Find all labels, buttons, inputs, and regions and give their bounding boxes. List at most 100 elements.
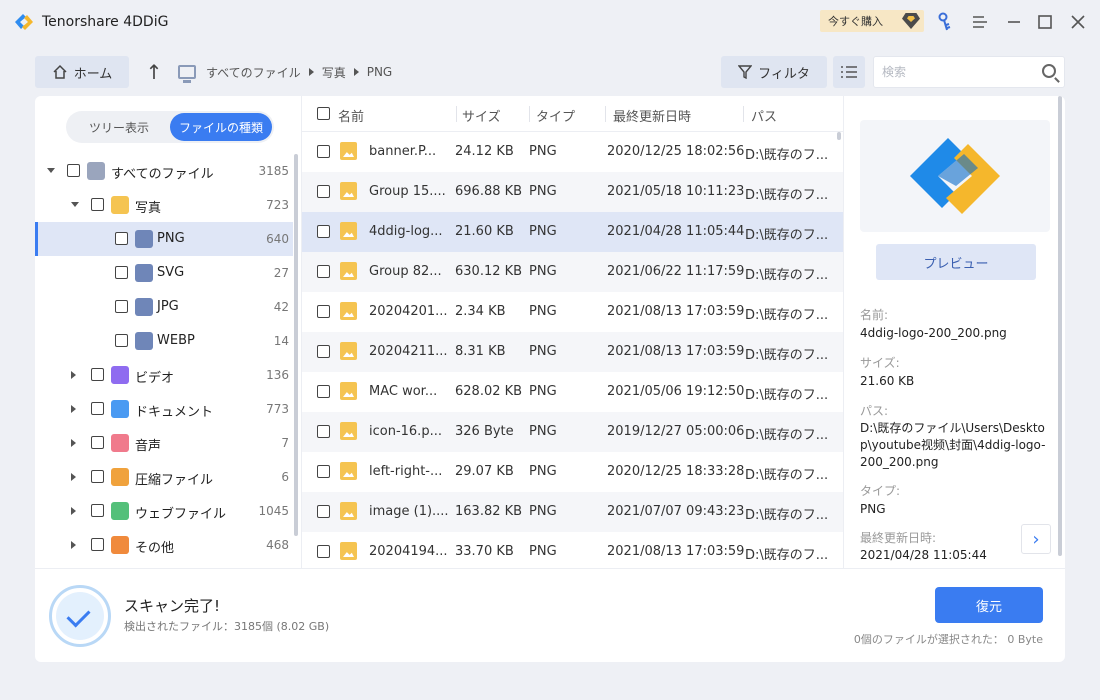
row-checkbox[interactable] [317, 145, 330, 158]
tree-item[interactable]: ウェブファイル 1045 [35, 494, 293, 528]
tree-item-checkbox[interactable] [91, 504, 104, 517]
search-input[interactable] [874, 57, 1024, 87]
table-row[interactable]: 4ddig-log... 21.60 KB PNG 2021/04/28 11:05:… [302, 212, 844, 252]
breadcrumb-item[interactable]: PNG [367, 65, 393, 79]
column-header-size[interactable]: サイズ [462, 106, 501, 125]
tree-item[interactable]: SVG 27 [35, 256, 293, 290]
tree-item[interactable]: 圧縮ファイル 6 [35, 460, 293, 494]
image-file-icon [340, 182, 357, 200]
row-checkbox[interactable] [317, 385, 330, 398]
tab-tree-view[interactable]: ツリー表示 [68, 113, 170, 141]
maximize-icon[interactable] [1033, 10, 1057, 34]
filter-button[interactable]: フィルタ [721, 56, 827, 88]
minimize-icon[interactable] [1002, 10, 1026, 34]
cell-path: D:\既存のフ... [745, 268, 829, 283]
video-icon [111, 366, 129, 384]
search-icon[interactable] [1042, 64, 1056, 78]
table-row[interactable]: 20204201... 2.34 KB PNG 2021/08/13 17:03:59… [302, 292, 844, 332]
cell-path: D:\既存のフ... [745, 468, 829, 483]
cell-size: 21.60 KB [455, 224, 514, 239]
table-row[interactable]: 20204211... 8.31 KB PNG 2021/08/13 17:03:59… [302, 332, 844, 372]
tree-item[interactable]: WEBP 14 [35, 324, 293, 358]
cell-type: PNG [529, 504, 557, 519]
preview-button[interactable]: プレビュー [876, 244, 1036, 280]
home-button[interactable]: ホーム [35, 56, 129, 88]
tree-item-checkbox[interactable] [91, 402, 104, 415]
tree-item[interactable]: JPG 42 [35, 290, 293, 324]
tree-item-checkbox[interactable] [115, 232, 128, 245]
caret-right-icon[interactable] [71, 371, 76, 379]
key-icon[interactable] [933, 10, 957, 34]
detail-path-label: パス: [860, 404, 889, 418]
tree-item[interactable]: PNG 640 [35, 222, 293, 256]
table-scrollbar[interactable] [837, 132, 841, 140]
tab-file-type[interactable]: ファイルの種類 [170, 113, 272, 141]
menu-icon[interactable] [968, 10, 992, 34]
tree-item-checkbox[interactable] [91, 198, 104, 211]
breadcrumb-item[interactable]: すべてのファイル [206, 64, 301, 81]
table-row[interactable]: left-right-... 29.07 KB PNG 2020/12/25 18:3… [302, 452, 844, 492]
tree-item-count: 27 [273, 266, 289, 280]
tree-item-checkbox[interactable] [91, 538, 104, 551]
details-scrollbar[interactable] [1058, 96, 1062, 556]
up-arrow-icon[interactable]: ↑ [144, 60, 164, 84]
column-header-type[interactable]: タイプ [536, 106, 575, 125]
close-icon[interactable] [1066, 10, 1090, 34]
scan-status-detail: 検出されたファイル：3185個 (8.02 GB) [124, 620, 330, 633]
tree-scrollbar[interactable] [294, 154, 298, 536]
row-checkbox[interactable] [317, 305, 330, 318]
table-row[interactable]: image (1).... 163.82 KB PNG 2021/07/07 09:4… [302, 492, 844, 532]
tree-item-checkbox[interactable] [91, 436, 104, 449]
row-checkbox[interactable] [317, 465, 330, 478]
row-checkbox[interactable] [317, 505, 330, 518]
table-row[interactable]: 20204194... 33.70 KB PNG 2021/08/13 17:03:5… [302, 532, 844, 572]
caret-down-icon[interactable] [71, 202, 79, 207]
tree-item-checkbox[interactable] [115, 266, 128, 279]
tree-item[interactable]: 音声 7 [35, 426, 293, 460]
caret-down-icon[interactable] [47, 168, 55, 173]
row-checkbox[interactable] [317, 225, 330, 238]
caret-right-icon[interactable] [71, 507, 76, 515]
tree-item[interactable]: ビデオ 136 [35, 358, 293, 392]
detail-type-label: タイプ: [860, 484, 901, 498]
tree-item-checkbox[interactable] [115, 300, 128, 313]
tree-item[interactable]: すべてのファイル 3185 [35, 154, 293, 188]
recover-button[interactable]: 復元 [935, 587, 1043, 623]
cell-date: 2021/05/18 10:11:23 [607, 184, 745, 199]
table-row[interactable]: MAC wor... 628.02 KB PNG 2021/05/06 19:12:5… [302, 372, 844, 412]
tree-item-label: 写真 [135, 201, 162, 216]
audio-icon [111, 434, 129, 452]
tree-item-checkbox[interactable] [91, 368, 104, 381]
row-checkbox[interactable] [317, 545, 330, 558]
list-view-button[interactable] [833, 56, 865, 88]
buy-now-button[interactable]: 今すぐ購入 [820, 10, 924, 32]
image-file-icon [340, 342, 357, 360]
tree-item[interactable]: 写真 723 [35, 188, 293, 222]
select-all-checkbox[interactable] [317, 107, 330, 120]
column-header-path[interactable]: パス [751, 106, 777, 125]
next-button[interactable]: › [1021, 524, 1051, 554]
table-row[interactable]: banner.P... 24.12 KB PNG 2020/12/25 18:02:5… [302, 132, 844, 172]
caret-right-icon[interactable] [71, 541, 76, 549]
caret-right-icon[interactable] [71, 473, 76, 481]
column-header-name[interactable]: 名前 [338, 106, 364, 125]
cell-type: PNG [529, 424, 557, 439]
tree-item-checkbox[interactable] [115, 334, 128, 347]
row-checkbox[interactable] [317, 425, 330, 438]
caret-right-icon[interactable] [71, 405, 76, 413]
tree-item[interactable]: その他 468 [35, 528, 293, 562]
category-tree-panel: ツリー表示 ファイルの種類 すべてのファイル 3185 写真 723 PNG 640 SVG… [35, 96, 300, 568]
tree-item[interactable]: ドキュメント 773 [35, 392, 293, 426]
cell-type: PNG [529, 544, 557, 559]
table-row[interactable]: icon-16.p... 326 Byte PNG 2019/12/27 05:00:… [302, 412, 844, 452]
caret-right-icon[interactable] [71, 439, 76, 447]
row-checkbox[interactable] [317, 185, 330, 198]
tree-item-checkbox[interactable] [67, 164, 80, 177]
table-row[interactable]: Group 82... 630.12 KB PNG 2021/06/22 11:17:… [302, 252, 844, 292]
row-checkbox[interactable] [317, 265, 330, 278]
table-row[interactable]: Group 15.... 696.88 KB PNG 2021/05/18 10:11… [302, 172, 844, 212]
breadcrumb-item[interactable]: 写真 [322, 64, 346, 81]
tree-item-checkbox[interactable] [91, 470, 104, 483]
row-checkbox[interactable] [317, 345, 330, 358]
column-header-modified[interactable]: 最終更新日時 [613, 106, 691, 125]
